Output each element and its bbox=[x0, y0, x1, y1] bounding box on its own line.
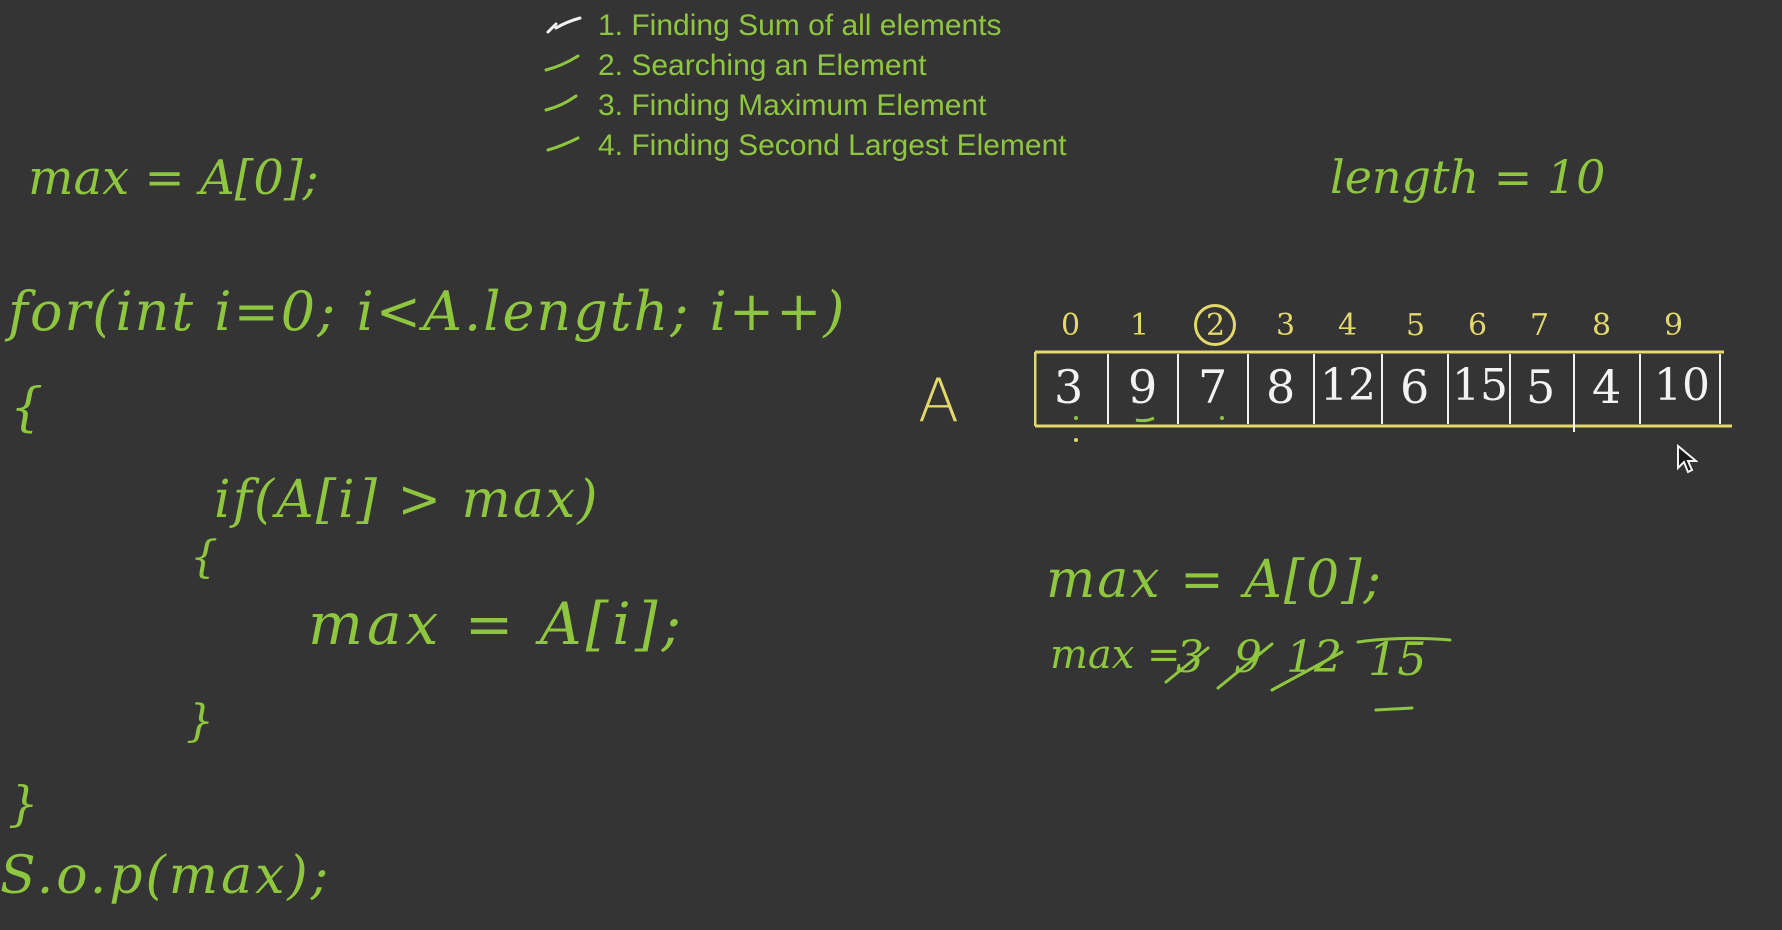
array-cell: 12 bbox=[1320, 360, 1376, 411]
index-label: 6 bbox=[1468, 308, 1488, 343]
index-label: 5 bbox=[1406, 308, 1426, 343]
index-label: 1 bbox=[1130, 308, 1150, 343]
code-if: if(A[i] > max) bbox=[214, 470, 600, 530]
array-cell: 6 bbox=[1400, 360, 1430, 414]
index-label: 2 bbox=[1206, 308, 1226, 343]
topic-label: 2. Searching an Element bbox=[598, 49, 927, 82]
array-cell: 4 bbox=[1592, 360, 1622, 414]
index-label: 7 bbox=[1530, 308, 1550, 343]
array-cell: 5 bbox=[1526, 360, 1556, 414]
array-cell: 7 bbox=[1198, 360, 1228, 414]
code-if-close-brace: } bbox=[186, 696, 214, 747]
code-close-brace: } bbox=[8, 776, 39, 832]
index-label: 3 bbox=[1276, 308, 1296, 343]
cell-marks bbox=[1074, 416, 1224, 442]
code-print: S.o.p(max); bbox=[0, 846, 332, 906]
topic-list: 1. Finding Sum of all elements 2. Search… bbox=[544, 6, 1067, 166]
topic-label: 3. Finding Maximum Element bbox=[598, 89, 987, 122]
array-cell: 15 bbox=[1452, 360, 1508, 411]
array-cell: 3 bbox=[1054, 360, 1084, 414]
code-assign: max = A[i]; bbox=[308, 590, 685, 658]
index-label: 8 bbox=[1592, 308, 1612, 343]
check-mark-icon bbox=[546, 16, 582, 34]
index-label: 9 bbox=[1664, 308, 1684, 343]
code-open-brace: { bbox=[10, 378, 44, 438]
check-mark-icon bbox=[546, 136, 580, 152]
check-mark-icon bbox=[544, 94, 578, 112]
topic-label: 4. Finding Second Largest Element bbox=[598, 129, 1067, 162]
strike-lines bbox=[1164, 636, 1452, 712]
check-mark-icon bbox=[544, 54, 580, 72]
length-note: length = 10 bbox=[1330, 150, 1606, 204]
index-label: 0 bbox=[1061, 308, 1081, 343]
code-init: max = A[0]; bbox=[28, 150, 319, 206]
array-cell: 10 bbox=[1654, 360, 1710, 411]
array-cell: 8 bbox=[1266, 360, 1296, 414]
trace-values: max = 3 9 12 15 bbox=[1050, 632, 1470, 712]
trace-init: max = A[0]; bbox=[1046, 550, 1383, 610]
topic-label: 1. Finding Sum of all elements bbox=[598, 9, 1002, 42]
array-indices: 0 1 2 3 4 5 6 7 8 9 bbox=[1034, 304, 1724, 348]
topic-item: 2. Searching an Element bbox=[544, 46, 1067, 86]
index-label: 4 bbox=[1338, 308, 1358, 343]
mouse-pointer-icon bbox=[1677, 444, 1698, 474]
array-name: A bbox=[918, 366, 960, 436]
array-cell: 9 bbox=[1128, 360, 1158, 414]
array-box: 3 9 7 8 12 6 15 5 4 10 bbox=[1034, 350, 1732, 442]
topic-item: 1. Finding Sum of all elements bbox=[546, 6, 1067, 46]
topic-item: 3. Finding Maximum Element bbox=[544, 86, 1067, 126]
code-if-open-brace: { bbox=[190, 532, 218, 583]
topic-item: 4. Finding Second Largest Element bbox=[546, 126, 1067, 166]
code-for-loop: for(int i=0; i<A.length; i++) bbox=[8, 280, 847, 343]
